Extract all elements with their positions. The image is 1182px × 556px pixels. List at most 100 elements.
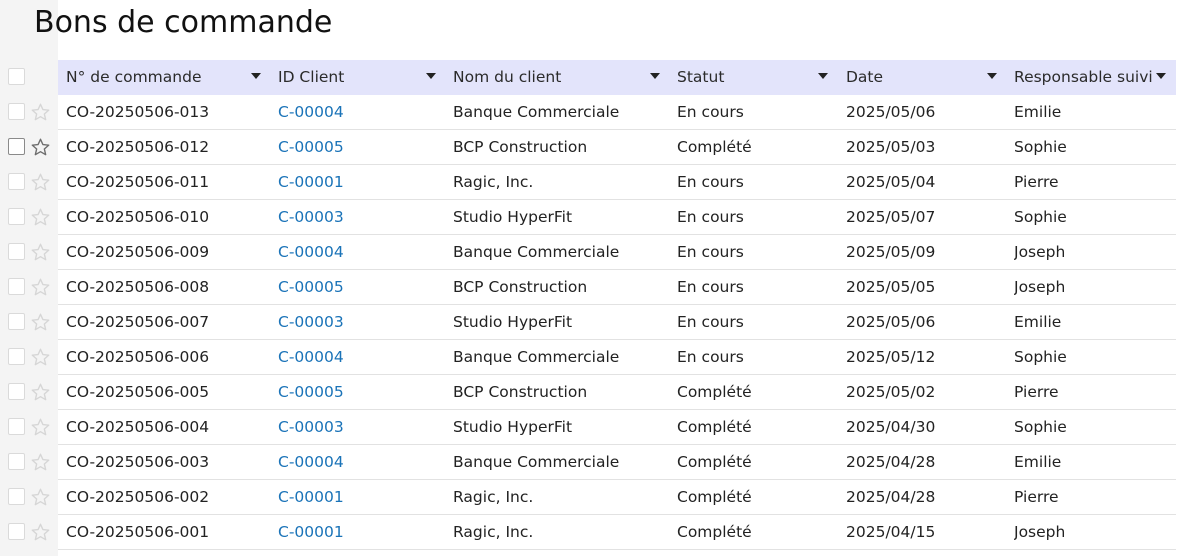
- table-row[interactable]: CO-20250506-010 C-00003 Studio HyperFit En …: [0, 200, 1182, 235]
- favorite-star-icon[interactable]: [30, 347, 51, 368]
- row-checkbox-icon[interactable]: [8, 453, 25, 470]
- date-cell: 2025/04/15: [846, 523, 936, 541]
- table-row[interactable]: CO-20250506-001 C-00001 Ragic, Inc. Complét…: [0, 515, 1182, 550]
- table-row[interactable]: CO-20250506-002 C-00001 Ragic, Inc. Complét…: [0, 480, 1182, 515]
- client-id-link[interactable]: C-00003: [278, 410, 446, 445]
- favorite-star-icon[interactable]: [30, 102, 51, 123]
- client-id-link[interactable]: C-00003: [278, 200, 446, 235]
- owner-cell: Sophie: [1014, 138, 1067, 156]
- status-cell: En cours: [677, 313, 744, 331]
- client-name-cell: BCP Construction: [453, 138, 588, 156]
- favorite-star-icon[interactable]: [30, 137, 51, 158]
- client-id-link[interactable]: C-00004: [278, 95, 446, 130]
- favorite-star-icon[interactable]: [30, 417, 51, 438]
- owner-cell: Emilie: [1014, 103, 1062, 121]
- owner-cell: Pierre: [1014, 173, 1059, 191]
- table-row[interactable]: CO-20250506-009 C-00004 Banque Commerciale…: [0, 235, 1182, 270]
- date-cell: 2025/05/06: [846, 103, 936, 121]
- column-header-status[interactable]: Statut: [677, 60, 838, 95]
- date-cell: 2025/05/12: [846, 348, 936, 366]
- client-id-link[interactable]: C-00004: [278, 235, 446, 270]
- owner-cell: Emilie: [1014, 453, 1062, 471]
- sort-caret-down-icon[interactable]: [650, 73, 660, 79]
- row-checkbox-icon[interactable]: [8, 103, 25, 120]
- owner-cell: Emilie: [1014, 313, 1062, 331]
- row-checkbox-icon[interactable]: [8, 488, 25, 505]
- favorite-star-icon[interactable]: [30, 312, 51, 333]
- table-row[interactable]: CO-20250506-007 C-00003 Studio HyperFit En …: [0, 305, 1182, 340]
- favorite-star-icon[interactable]: [30, 487, 51, 508]
- orders-table: N° de commande ID Client Nom du client S…: [0, 60, 1182, 550]
- status-cell: En cours: [677, 243, 744, 261]
- date-cell: 2025/04/30: [846, 418, 936, 436]
- select-all-checkbox-icon[interactable]: [8, 68, 25, 85]
- sort-caret-down-icon[interactable]: [426, 73, 436, 79]
- client-id-link[interactable]: C-00001: [278, 515, 446, 550]
- date-cell: 2025/05/05: [846, 278, 936, 296]
- status-cell: Complété: [677, 383, 752, 401]
- row-checkbox-icon[interactable]: [8, 243, 25, 260]
- client-name-cell: Studio HyperFit: [453, 208, 573, 226]
- favorite-star-icon[interactable]: [30, 207, 51, 228]
- date-cell: 2025/05/04: [846, 173, 936, 191]
- page-title: Bons de commande: [34, 5, 333, 40]
- sort-caret-down-icon[interactable]: [987, 73, 997, 79]
- row-checkbox-icon[interactable]: [8, 278, 25, 295]
- client-id-link[interactable]: C-00004: [278, 445, 446, 480]
- sort-caret-down-icon[interactable]: [1156, 73, 1166, 79]
- client-id-link[interactable]: C-00004: [278, 340, 446, 375]
- client-id-link[interactable]: C-00005: [278, 375, 446, 410]
- client-name-cell: Ragic, Inc.: [453, 523, 534, 541]
- favorite-star-icon[interactable]: [30, 172, 51, 193]
- table-row[interactable]: CO-20250506-013 C-00004 Banque Commerciale…: [0, 95, 1182, 130]
- row-checkbox-icon[interactable]: [8, 383, 25, 400]
- favorite-star-icon[interactable]: [30, 522, 51, 543]
- column-header-order-number[interactable]: N° de commande: [66, 60, 271, 95]
- column-header-owner[interactable]: Responsable suivi: [1014, 60, 1164, 95]
- favorite-star-icon[interactable]: [30, 277, 51, 298]
- column-header-date[interactable]: Date: [846, 60, 1006, 95]
- order-number-cell: CO-20250506-013: [66, 103, 210, 121]
- table-row[interactable]: CO-20250506-006 C-00004 Banque Commerciale…: [0, 340, 1182, 375]
- row-checkbox-icon[interactable]: [8, 523, 25, 540]
- favorite-star-icon[interactable]: [30, 382, 51, 403]
- client-id-link[interactable]: C-00005: [278, 130, 446, 165]
- owner-cell: Joseph: [1014, 243, 1066, 261]
- order-number-cell: CO-20250506-005: [66, 383, 210, 401]
- table-row[interactable]: CO-20250506-005 C-00005 BCP Construction Co…: [0, 375, 1182, 410]
- table-header-row: N° de commande ID Client Nom du client S…: [0, 60, 1182, 95]
- row-checkbox-icon[interactable]: [8, 348, 25, 365]
- sort-caret-down-icon[interactable]: [818, 73, 828, 79]
- status-cell: Complété: [677, 418, 752, 436]
- owner-cell: Sophie: [1014, 418, 1067, 436]
- sort-caret-down-icon[interactable]: [251, 73, 261, 79]
- favorite-star-icon[interactable]: [30, 242, 51, 263]
- favorite-star-icon[interactable]: [30, 452, 51, 473]
- column-header-client-id[interactable]: ID Client: [278, 60, 446, 95]
- table-row[interactable]: CO-20250506-003 C-00004 Banque Commerciale…: [0, 445, 1182, 480]
- order-number-cell: CO-20250506-008: [66, 278, 210, 296]
- table-row[interactable]: CO-20250506-011 C-00001 Ragic, Inc. En cour…: [0, 165, 1182, 200]
- row-checkbox-icon[interactable]: [8, 418, 25, 435]
- row-checkbox-icon[interactable]: [8, 138, 25, 155]
- table-row[interactable]: CO-20250506-012 C-00005 BCP Construction Co…: [0, 130, 1182, 165]
- client-name-cell: Studio HyperFit: [453, 418, 573, 436]
- status-cell: En cours: [677, 173, 744, 191]
- column-header-client-name[interactable]: Nom du client: [453, 60, 669, 95]
- status-cell: En cours: [677, 348, 744, 366]
- client-id-link[interactable]: C-00001: [278, 165, 446, 200]
- order-number-cell: CO-20250506-001: [66, 523, 210, 541]
- client-name-cell: Ragic, Inc.: [453, 488, 534, 506]
- row-checkbox-icon[interactable]: [8, 173, 25, 190]
- status-cell: Complété: [677, 453, 752, 471]
- row-checkbox-icon[interactable]: [8, 313, 25, 330]
- client-id-link[interactable]: C-00003: [278, 305, 446, 340]
- owner-cell: Pierre: [1014, 383, 1059, 401]
- row-checkbox-icon[interactable]: [8, 208, 25, 225]
- client-id-link[interactable]: C-00005: [278, 270, 446, 305]
- table-row[interactable]: CO-20250506-008 C-00005 BCP Construction En…: [0, 270, 1182, 305]
- client-id-link[interactable]: C-00001: [278, 480, 446, 515]
- status-cell: Complété: [677, 138, 752, 156]
- date-cell: 2025/04/28: [846, 453, 936, 471]
- table-row[interactable]: CO-20250506-004 C-00003 Studio HyperFit Com…: [0, 410, 1182, 445]
